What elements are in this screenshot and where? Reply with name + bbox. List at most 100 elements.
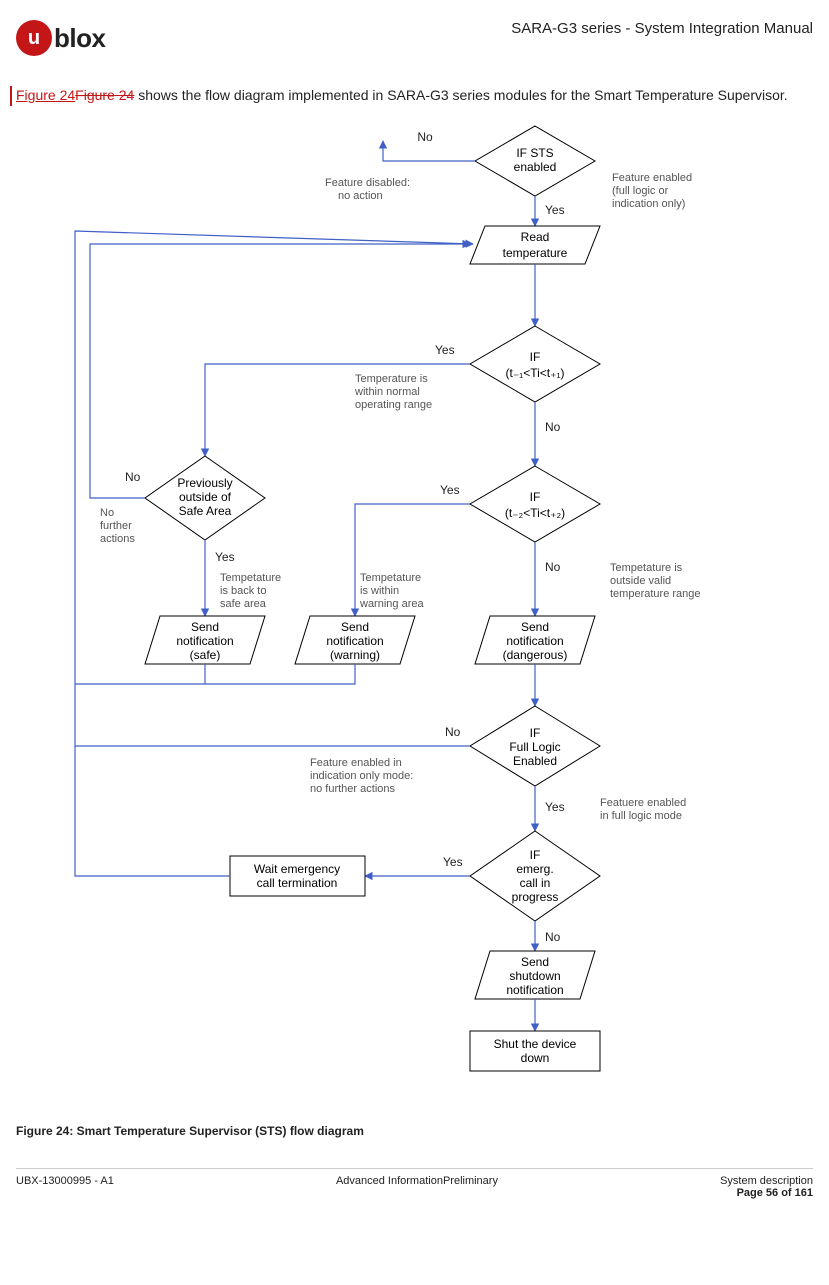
svg-text:call in: call in: [519, 876, 550, 890]
document-title: SARA-G3 series - System Integration Manu…: [511, 20, 813, 37]
svg-text:further: further: [100, 520, 132, 532]
label-yes: Yes: [545, 203, 565, 217]
node-emerg-call: IF emerg. call in progress: [470, 831, 600, 921]
svg-text:(safe): (safe): [189, 648, 220, 662]
figure-ref-old: Figure 24: [75, 87, 134, 103]
svg-text:Send: Send: [190, 620, 218, 634]
label-yes-t1: Yes: [435, 343, 455, 357]
footer-doc-id: UBX-13000995 - A1: [16, 1175, 114, 1199]
svg-text:emerg.: emerg.: [516, 862, 553, 876]
anno-temp-outside: Tempetature is: [610, 562, 683, 574]
page-footer: UBX-13000995 - A1 Advanced InformationPr…: [16, 1168, 813, 1199]
svg-text:notification: notification: [326, 634, 383, 648]
anno-full-mode: Featuere enabled: [600, 797, 686, 809]
logo: u blox: [16, 20, 105, 56]
node-full-logic: IF Full Logic Enabled: [470, 706, 600, 786]
svg-text:shutdown: shutdown: [509, 969, 560, 983]
svg-text:temperature range: temperature range: [610, 588, 701, 600]
node-notif-safe: Send notification (safe): [145, 616, 265, 664]
node-if-t1: IF (t₋₁<Ti<t₊₁): [470, 326, 600, 402]
footer-status: Advanced InformationPreliminary: [114, 1175, 720, 1199]
node-read-temperature: Read temperature: [470, 226, 600, 264]
svg-text:Enabled: Enabled: [512, 754, 556, 768]
svg-text:safe area: safe area: [220, 598, 267, 610]
svg-text:within normal: within normal: [354, 386, 420, 398]
svg-text:IF: IF: [529, 726, 540, 740]
footer-section: System description: [720, 1175, 813, 1187]
svg-text:indication only mode:: indication only mode:: [310, 770, 413, 782]
label-no: No: [417, 130, 433, 144]
node-notif-danger: Send notification (dangerous): [475, 616, 595, 664]
svg-text:is back to: is back to: [220, 585, 266, 597]
logo-mark-icon: u: [16, 20, 52, 56]
label-no-t1: No: [545, 420, 561, 434]
svg-text:is within: is within: [360, 585, 399, 597]
label-no-prev: No: [125, 470, 141, 484]
anno-ind-only: Feature enabled in: [310, 757, 402, 769]
node-if-sts-enabled: IF STS enabled: [475, 126, 595, 196]
svg-text:actions: actions: [100, 533, 135, 545]
svg-text:notification: notification: [506, 983, 563, 997]
svg-text:Read: Read: [520, 230, 549, 244]
svg-text:(dangerous): (dangerous): [502, 648, 567, 662]
label-yes-prev: Yes: [215, 550, 235, 564]
svg-text:call termination: call termination: [256, 876, 337, 890]
node-if-t2: IF (t₋₂<Ti<t₊₂): [470, 466, 600, 542]
svg-text:IF: IF: [529, 490, 540, 504]
svg-text:no further actions: no further actions: [310, 783, 395, 795]
svg-text:(warning): (warning): [329, 648, 379, 662]
label-no-emerg: No: [545, 930, 561, 944]
svg-text:Shut the device: Shut the device: [493, 1037, 576, 1051]
svg-text:down: down: [520, 1051, 549, 1065]
label-no-full: No: [445, 725, 461, 739]
svg-text:Safe Area: Safe Area: [178, 504, 231, 518]
svg-text:IF: IF: [529, 848, 540, 862]
label-yes-full: Yes: [545, 800, 565, 814]
svg-text:warning area: warning area: [359, 598, 424, 610]
svg-text:IF: IF: [529, 350, 540, 364]
svg-text:indication only): indication only): [612, 198, 685, 210]
node-notif-warn: Send notification (warning): [295, 616, 415, 664]
svg-text:no action: no action: [338, 190, 383, 202]
svg-text:outside valid: outside valid: [610, 575, 671, 587]
svg-text:IF STS: IF STS: [516, 146, 553, 160]
svg-text:Send: Send: [520, 955, 548, 969]
svg-text:enabled: enabled: [513, 160, 556, 174]
node-wait-emerg: Wait emergency call termination: [230, 856, 365, 896]
anno-no-further: No: [100, 507, 114, 519]
intro-text: shows the flow diagram implemented in SA…: [134, 87, 787, 103]
anno-feat-enabled: Feature enabled: [612, 172, 692, 184]
svg-text:notification: notification: [176, 634, 233, 648]
node-shut-down: Shut the device down: [470, 1031, 600, 1071]
svg-text:notification: notification: [506, 634, 563, 648]
logo-text: blox: [54, 23, 105, 54]
svg-text:(t₋₁<Ti<t₊₁): (t₋₁<Ti<t₊₁): [505, 366, 564, 380]
figure-ref-new: Figure 24: [16, 87, 75, 103]
flow-diagram: .flowline { stroke:#4060c8; stroke-width…: [55, 116, 775, 1116]
svg-text:temperature: temperature: [502, 246, 567, 260]
label-yes-emerg: Yes: [443, 855, 463, 869]
node-shutdown-notif: Send shutdown notification: [475, 951, 595, 999]
label-yes-t2: Yes: [440, 483, 460, 497]
svg-text:Previously: Previously: [177, 476, 232, 490]
anno-temp-normal: Temperature is: [355, 373, 428, 385]
anno-temp-warn: Tempetature: [360, 572, 421, 584]
svg-text:outside of: outside of: [178, 490, 231, 504]
svg-text:in full logic mode: in full logic mode: [600, 810, 682, 822]
intro-paragraph: Figure 24Figure 24 shows the flow diagra…: [10, 86, 813, 106]
anno-back-safe: Tempetature: [220, 572, 281, 584]
svg-text:Full Logic: Full Logic: [509, 740, 560, 754]
node-prev-outside: Previously outside of Safe Area: [145, 456, 265, 540]
svg-text:Wait emergency: Wait emergency: [253, 862, 339, 876]
footer-page-number: Page 56 of 161: [720, 1187, 813, 1199]
svg-text:(full logic or: (full logic or: [612, 185, 669, 197]
svg-text:Send: Send: [340, 620, 368, 634]
svg-text:progress: progress: [511, 890, 558, 904]
svg-text:(t₋₂<Ti<t₊₂): (t₋₂<Ti<t₊₂): [504, 506, 564, 520]
anno-feat-disabled: Feature disabled:: [325, 177, 410, 189]
page-header: u blox SARA-G3 series - System Integrati…: [16, 20, 813, 56]
label-no-t2: No: [545, 560, 561, 574]
svg-text:Send: Send: [520, 620, 548, 634]
svg-text:operating range: operating range: [355, 399, 432, 411]
figure-caption: Figure 24: Smart Temperature Supervisor …: [16, 1124, 813, 1138]
